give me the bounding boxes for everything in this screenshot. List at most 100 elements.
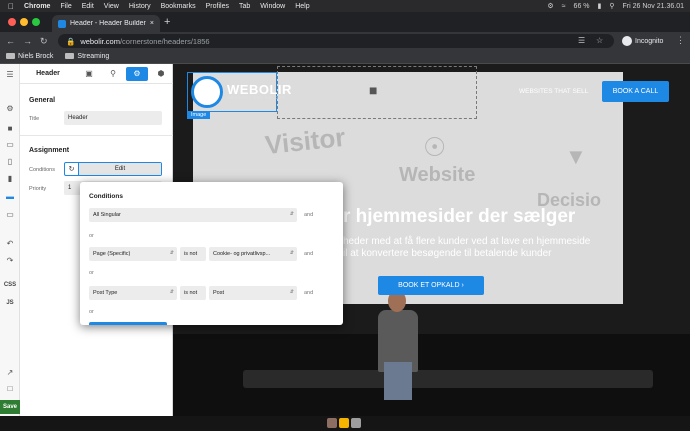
element-cube-icon[interactable]: ■ bbox=[369, 82, 377, 98]
and-joiner: and bbox=[304, 212, 314, 218]
book-call-button[interactable]: BOOK A CALL bbox=[602, 81, 669, 102]
eye-icon: ☉ bbox=[423, 132, 447, 162]
conditions-edit-button[interactable]: Edit bbox=[79, 163, 161, 175]
hero-subtitle-line1: heder med at få flere kunder ved at lave… bbox=[343, 236, 591, 247]
assignment-heading: Assignment bbox=[29, 147, 70, 154]
browser-menu-icon[interactable]: ⋮ bbox=[676, 35, 685, 46]
bookmark-streaming[interactable]: Streaming bbox=[65, 53, 109, 60]
select-arrows-icon: ⇵ bbox=[289, 211, 294, 217]
close-window-button[interactable] bbox=[8, 18, 16, 26]
section-divider bbox=[20, 135, 173, 136]
settings-icon[interactable]: ⚙ bbox=[5, 104, 15, 114]
bookmarks-bar: Niels Brock Streaming bbox=[0, 50, 690, 64]
hexagon-icon[interactable]: ⬢ bbox=[150, 67, 172, 81]
macos-dock bbox=[0, 416, 690, 431]
add-condition-button[interactable] bbox=[89, 322, 167, 325]
bookmark-star-icon[interactable]: ☆ bbox=[596, 36, 603, 45]
image-element-tag[interactable]: Image bbox=[187, 111, 211, 119]
nav-link-websites[interactable]: WEBSITES THAT SELL bbox=[519, 88, 588, 95]
layers-icon[interactable]: ▭ bbox=[5, 140, 15, 150]
tab-close-icon[interactable]: × bbox=[150, 20, 154, 27]
tablet-icon[interactable]: ▯ bbox=[5, 157, 15, 167]
conditions-control[interactable]: ↻ Edit bbox=[64, 162, 162, 176]
menu-profiles[interactable]: Profiles bbox=[206, 3, 229, 10]
search-icon[interactable]: ⚲ bbox=[102, 67, 124, 81]
screen-word-website: Website bbox=[399, 164, 476, 186]
conditions-reset-icon[interactable]: ↻ bbox=[65, 163, 79, 175]
minimize-window-button[interactable] bbox=[20, 18, 28, 26]
redo-icon[interactable]: ↷ bbox=[5, 256, 15, 266]
select-arrows-icon: ⇵ bbox=[169, 289, 174, 295]
dock-chrome-icon[interactable] bbox=[339, 418, 349, 428]
hamburger-menu-icon[interactable]: ☰ bbox=[5, 70, 15, 80]
incognito-badge[interactable]: Incognito bbox=[622, 34, 663, 48]
select-arrows-icon: ⇵ bbox=[289, 250, 294, 256]
save-button[interactable]: Save bbox=[0, 400, 20, 414]
condition-value-select[interactable]: Cookie- og privatlivsp... ⇵ bbox=[209, 247, 297, 261]
conditions-modal: Conditions All Singular ⇵ and or Page (Sp… bbox=[80, 182, 343, 325]
condition-subject-select[interactable]: Page (Specific) ⇵ bbox=[89, 247, 177, 261]
menu-help[interactable]: Help bbox=[295, 3, 309, 10]
tab-title: Header - Header Builder - Pro bbox=[70, 20, 146, 27]
menu-app-name[interactable]: Chrome bbox=[24, 3, 50, 10]
and-joiner: and bbox=[304, 251, 314, 257]
undo-icon[interactable]: ↶ bbox=[5, 239, 15, 249]
inspector-tabs: Header ▣ ⚲ ⚙ ⬢ bbox=[20, 64, 173, 84]
menu-bookmarks[interactable]: Bookmarks bbox=[161, 3, 196, 10]
menu-history[interactable]: History bbox=[129, 3, 151, 10]
menu-edit[interactable]: Edit bbox=[82, 3, 94, 10]
folder-icon bbox=[6, 53, 15, 60]
responsive-icon[interactable]: ▬ bbox=[5, 192, 15, 202]
priority-label: Priority bbox=[29, 186, 47, 192]
forward-icon[interactable]: → bbox=[23, 36, 32, 46]
back-icon[interactable]: ← bbox=[6, 36, 15, 46]
menu-tab[interactable]: Tab bbox=[239, 3, 250, 10]
condition-operator-select[interactable]: is not bbox=[180, 286, 206, 300]
gear-status-icon[interactable]: ⚙ bbox=[547, 2, 553, 10]
thumbs-down-icon: ▼ bbox=[565, 144, 587, 169]
menu-clock[interactable]: Fri 26 Nov 21.36.01 bbox=[623, 3, 684, 10]
menu-file[interactable]: File bbox=[60, 3, 71, 10]
or-separator: or bbox=[89, 233, 94, 239]
book-meeting-button[interactable]: BOOK ET OPKALD › bbox=[378, 276, 484, 295]
menu-view[interactable]: View bbox=[104, 3, 119, 10]
translate-icon[interactable]: ☰ bbox=[578, 36, 585, 45]
apple-icon[interactable]:  bbox=[8, 2, 14, 11]
layout-icon[interactable]: ▣ bbox=[78, 67, 100, 81]
modal-title: Conditions bbox=[89, 193, 123, 200]
url-host: webolir.com bbox=[80, 36, 120, 46]
browser-tab[interactable]: Header - Header Builder - Pro × bbox=[52, 15, 160, 32]
conditions-label: Conditions bbox=[29, 167, 55, 173]
tab-header[interactable]: Header bbox=[20, 70, 76, 77]
general-heading: General bbox=[29, 97, 56, 104]
exit-icon[interactable]: ↗ bbox=[5, 368, 15, 378]
search-status-icon[interactable]: ⚲ bbox=[609, 2, 614, 10]
favicon-icon bbox=[58, 19, 66, 28]
templates-icon[interactable]: ■ bbox=[5, 124, 15, 134]
condition-operator-select[interactable]: is not bbox=[180, 247, 206, 261]
builder-rail: ☰ ⚙ ■ ▭ ▯ ▮ ▬ ▭ ↶ ↷ CSS JS ↗ □ bbox=[0, 64, 20, 416]
condition-select-all-singular[interactable]: All Singular ⇵ bbox=[89, 208, 297, 222]
or-separator: or bbox=[89, 270, 94, 276]
bookmark-niels-brock[interactable]: Niels Brock bbox=[6, 53, 53, 60]
zoom-window-button[interactable] bbox=[32, 18, 40, 26]
condition-value-select[interactable]: Post ⇵ bbox=[209, 286, 297, 300]
condition-subject-select[interactable]: Post Type ⇵ bbox=[89, 286, 177, 300]
css-button[interactable]: CSS bbox=[2, 280, 18, 290]
js-button[interactable]: JS bbox=[2, 298, 18, 308]
gear-icon[interactable]: ⚙ bbox=[126, 66, 148, 81]
address-bar[interactable]: 🔒 webolir.com/cornerstone/headers/1856 bbox=[58, 34, 614, 48]
battery-icon[interactable]: ▮ bbox=[598, 2, 602, 10]
reload-icon[interactable]: ↻ bbox=[40, 36, 48, 47]
select-arrows-icon: ⇵ bbox=[169, 250, 174, 256]
title-input[interactable]: Header bbox=[64, 111, 162, 125]
dock-trash-icon[interactable] bbox=[351, 418, 361, 428]
lock-rail-icon[interactable]: □ bbox=[5, 384, 15, 394]
menu-window[interactable]: Window bbox=[260, 3, 285, 10]
folder-icon bbox=[65, 53, 75, 60]
desktop-icon[interactable]: ▭ bbox=[5, 210, 15, 220]
wifi-icon[interactable]: ≈ bbox=[562, 3, 566, 10]
new-tab-button[interactable]: + bbox=[164, 16, 170, 28]
mobile-icon[interactable]: ▮ bbox=[5, 174, 15, 184]
dock-app-icon[interactable] bbox=[327, 418, 337, 428]
